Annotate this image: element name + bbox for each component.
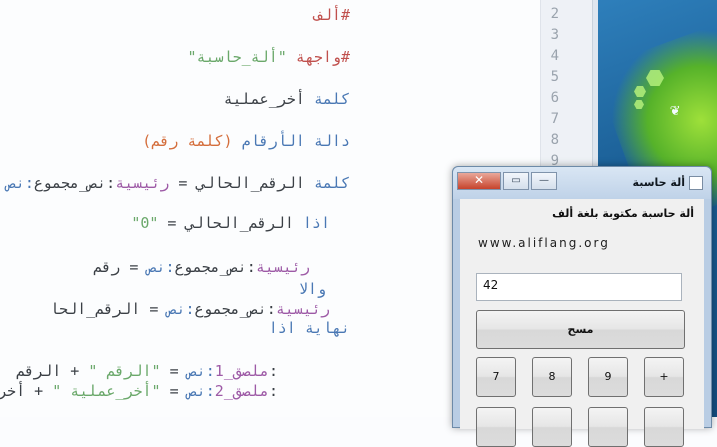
code-token: :نص_مجموع <box>174 258 256 276</box>
code-line-8: دالة الأرقام (كلمة رقم) <box>142 132 350 150</box>
line-number: 3 <box>550 27 559 43</box>
line-number: 5 <box>550 69 559 85</box>
key-button[interactable] <box>588 407 628 447</box>
code-token: دالة الأرقام <box>232 132 350 150</box>
code-token: + الرقم <box>16 362 89 380</box>
code-line-11: رئيسية:نص_مجموع:نص = رقم <box>93 258 310 276</box>
code-token: "0" <box>131 214 159 232</box>
line-number: 7 <box>550 111 559 127</box>
butterfly-icon: ❦ <box>670 100 680 119</box>
close-button[interactable]: ✕ <box>457 172 501 190</box>
code-token: اذا <box>293 214 330 232</box>
code-token: : <box>268 362 278 380</box>
line-number: 4 <box>550 48 559 64</box>
clear-button[interactable]: مسح <box>476 310 685 349</box>
key-button[interactable] <box>532 407 572 447</box>
code-token: رئيسية <box>275 300 330 318</box>
website-label: www.aliflang.org <box>478 236 610 250</box>
key-7-button[interactable]: 7 <box>476 357 516 397</box>
key-9-button[interactable]: 9 <box>588 357 628 397</box>
app-icon <box>689 176 703 190</box>
line-number: 8 <box>550 132 559 148</box>
code-token: = <box>160 362 188 380</box>
key-plus-button[interactable]: + <box>644 357 684 397</box>
code-token: الرقم_الحالي = <box>169 174 305 192</box>
code-token: أخر_عملية <box>223 90 305 108</box>
code-token: ملصق_2 <box>214 382 269 400</box>
key-button[interactable] <box>644 407 684 447</box>
code-line-2: #ألف <box>314 6 350 24</box>
code-line-4: #واجهة "ألة_حاسبة" <box>187 48 350 66</box>
code-token: "الرقم " <box>88 362 161 380</box>
code-token: رئيسية <box>255 258 310 276</box>
code-token: الرقم_الحالي = <box>158 214 294 232</box>
code-token: كلمة <box>304 90 350 108</box>
calculator-heading: ألة حاسبة مكتوبة بلغة ألف <box>552 207 694 220</box>
code-token: :نص_مجموع <box>194 300 276 318</box>
display-field[interactable]: 42 <box>476 273 682 301</box>
code-token: = الرقم_الحا <box>50 300 168 318</box>
line-number: 6 <box>550 90 559 106</box>
code-line-15: :ملصق_1:نص = "الرقم " + الرقم <box>16 362 278 380</box>
code-token: :نص_مجموع <box>33 174 116 192</box>
minimize-button[interactable]: — <box>531 172 557 190</box>
window-titlebar[interactable]: ✕ ▭ — ألة حاسبة <box>453 167 711 199</box>
calculator-window[interactable]: ✕ ▭ — ألة حاسبة ألة حاسبة مكتوبة بلغة أل… <box>452 166 712 447</box>
code-token: والا <box>298 280 326 298</box>
code-token: + أخر_عملية <box>0 382 44 400</box>
code-token: :نص <box>147 258 175 276</box>
code-token: "ألة_حاسبة" <box>187 48 287 66</box>
code-token: رئيسية <box>115 174 170 192</box>
code-line-10: اذا الرقم_الحالي = "0" <box>131 214 330 232</box>
code-token: :نص <box>6 174 34 192</box>
window-title: ألة حاسبة <box>632 176 685 189</box>
code-token: كلمة <box>304 174 350 192</box>
code-line-16: :ملصق_2:نص = "أخر_عملية " + أخر_عملية <box>0 382 278 400</box>
code-line-12: والا <box>299 280 326 298</box>
code-token: ملصق_1 <box>214 362 269 380</box>
key-button[interactable] <box>476 407 516 447</box>
code-line-14: نهاية اذا <box>269 319 350 337</box>
code-line-13: رئيسية:نص_مجموع:نص = الرقم_الحا <box>50 300 330 318</box>
code-token: = رقم <box>93 258 148 276</box>
key-8-button[interactable]: 8 <box>532 357 572 397</box>
code-token: (كلمة رقم) <box>142 132 233 150</box>
maximize-button[interactable]: ▭ <box>503 172 529 190</box>
code-token: :نص <box>167 300 195 318</box>
code-token: :نص <box>187 382 215 400</box>
code-token: نهاية اذا <box>268 319 350 337</box>
line-number: 2 <box>550 6 559 22</box>
code-token: #ألف <box>313 6 350 24</box>
code-token: #واجهة <box>286 48 350 66</box>
calculator-body: ألة حاسبة مكتوبة بلغة ألف www.aliflang.o… <box>460 199 704 447</box>
code-token: : <box>268 382 278 400</box>
code-line-6: كلمة أخر_عملية <box>224 90 350 108</box>
code-line-9: كلمة الرقم_الحالي = رئيسية:نص_مجموع:نص <box>7 174 350 192</box>
code-token: = <box>160 382 188 400</box>
code-token: "أخر_عملية " <box>52 382 161 400</box>
code-token: :نص <box>187 362 215 380</box>
